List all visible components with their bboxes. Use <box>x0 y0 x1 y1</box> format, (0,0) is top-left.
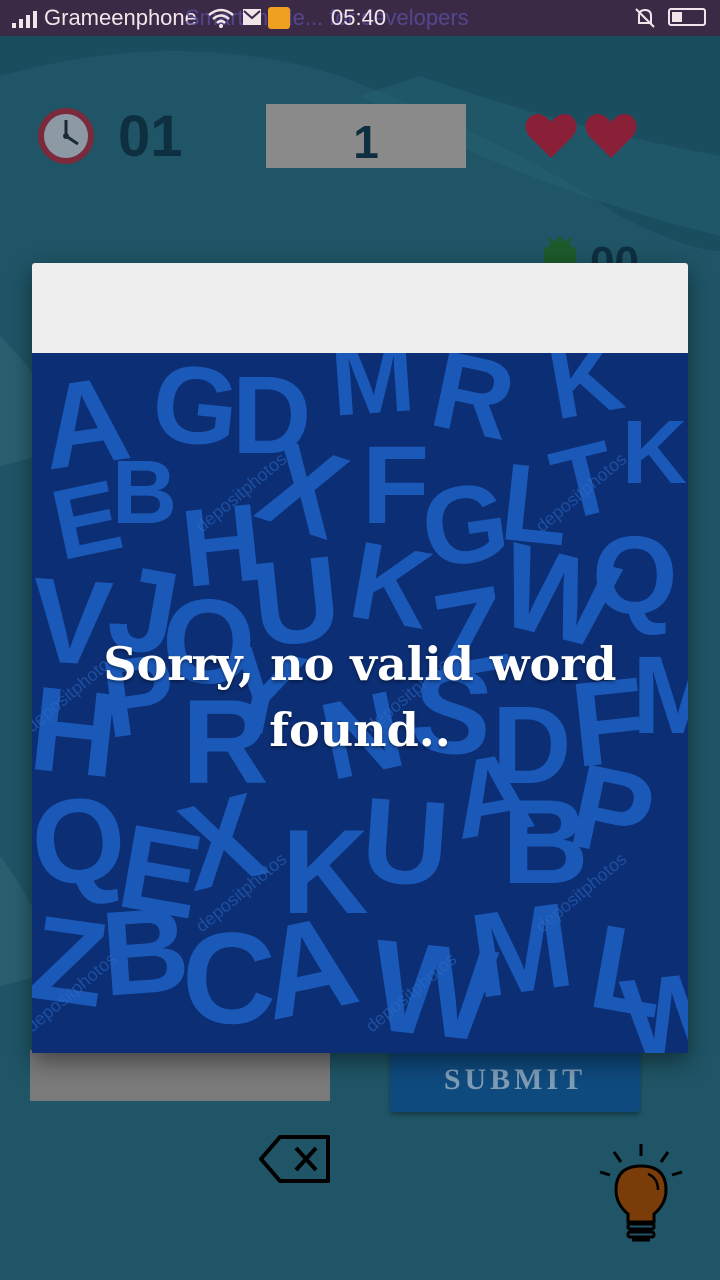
backspace-icon[interactable] <box>258 1134 332 1184</box>
status-bar: Grameenphone Smart mode... for developer… <box>0 0 720 36</box>
score-display: 1 <box>266 104 466 168</box>
timer-value: 01 <box>118 104 183 169</box>
svg-text:B: B <box>97 882 193 1022</box>
dialog-body: A G D M R K E B H X F G L T K V J O U K <box>32 353 688 1053</box>
wifi-icon <box>208 8 234 28</box>
dialog-header <box>32 263 688 353</box>
svg-text:K: K <box>622 403 687 503</box>
result-dialog: A G D M R K E B H X F G L T K V J O U K <box>32 263 688 1053</box>
lightbulb-icon[interactable] <box>596 1142 686 1246</box>
signal-icon <box>12 11 37 28</box>
battery-icon <box>668 8 706 26</box>
mute-icon <box>635 8 655 28</box>
word-input[interactable] <box>30 1050 330 1101</box>
svg-text:W: W <box>616 948 688 1053</box>
svg-text:B: B <box>112 443 177 543</box>
dialog-message-line2: found.. <box>269 703 451 757</box>
clock-icon <box>38 108 94 164</box>
lives-display <box>525 112 637 160</box>
svg-text:U: U <box>357 772 453 912</box>
svg-text:Q: Q <box>592 514 678 637</box>
mail-icon <box>243 9 261 25</box>
heart-icon <box>585 114 637 158</box>
heart-icon <box>525 114 577 158</box>
dialog-message: Sorry, no valid word found.. <box>32 631 688 763</box>
notification-icon <box>268 7 290 29</box>
carrier-name: Grameenphone <box>44 5 197 30</box>
dialog-message-line1: Sorry, no valid word <box>103 637 617 691</box>
status-time: 05:40 <box>331 5 387 30</box>
